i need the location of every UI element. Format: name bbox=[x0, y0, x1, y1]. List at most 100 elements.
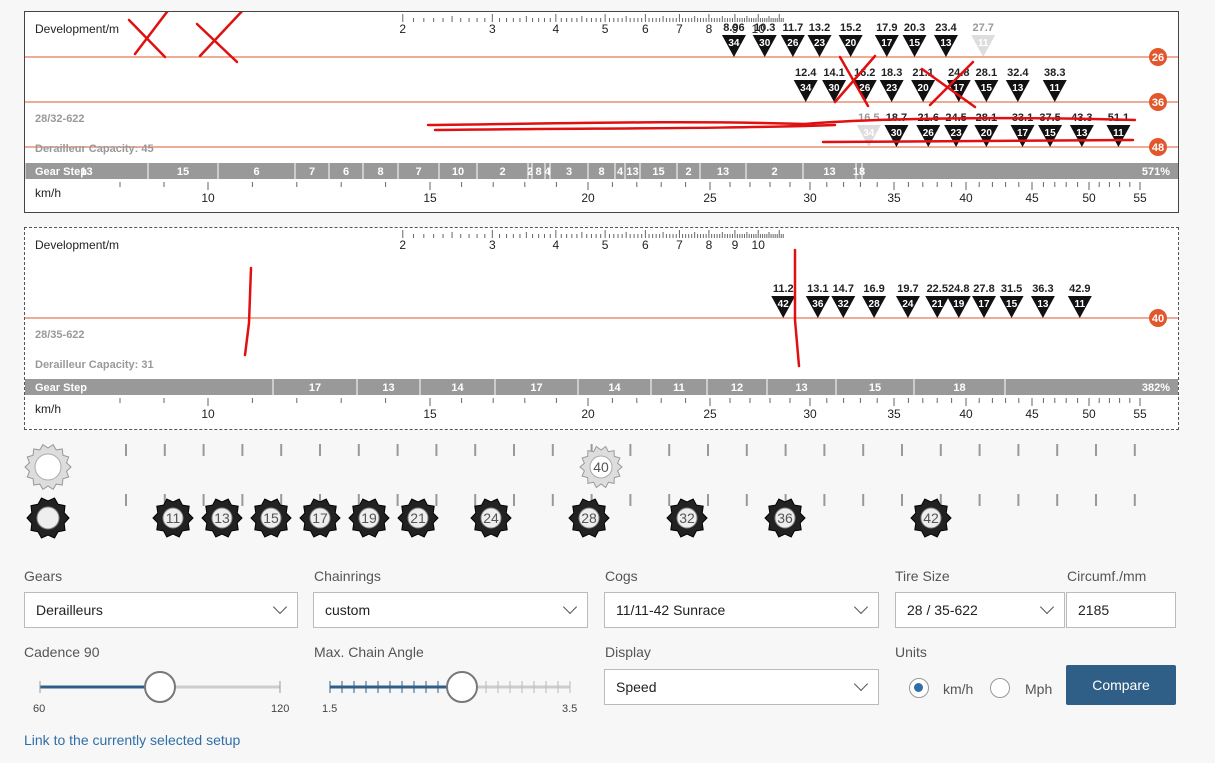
gear-step-value: 13 bbox=[823, 166, 835, 178]
unit-kmh-label: km/h bbox=[943, 681, 974, 697]
gear-step-value: 4 bbox=[617, 166, 624, 178]
speed-tick-label: 35 bbox=[887, 191, 901, 205]
gear-development-label: 27.8 bbox=[973, 283, 994, 295]
unit-mph-radio[interactable] bbox=[990, 678, 1010, 698]
gear-cog-label: 15 bbox=[909, 38, 921, 49]
cog-gear: 42 bbox=[910, 498, 952, 538]
gear-cog-label: 15 bbox=[1006, 299, 1018, 310]
gear-step-value: 13 bbox=[717, 166, 729, 178]
gear-size-label: 28 bbox=[581, 510, 597, 526]
circumference-input[interactable]: 2185 bbox=[1066, 592, 1176, 628]
gear-size-label: 11 bbox=[166, 510, 181, 526]
gear-cog-label: 11 bbox=[1049, 83, 1060, 94]
cog-gear: 13 bbox=[201, 498, 243, 538]
development-tick-label: 5 bbox=[602, 238, 609, 252]
drivetrain-visual: 40 11 13 15 17 19 21 24 28 32 36 42 bbox=[24, 443, 1136, 539]
chainrings-select[interactable]: custom bbox=[313, 592, 588, 628]
gear-development-label: 36.3 bbox=[1032, 283, 1053, 295]
speed-tick-label: 25 bbox=[703, 191, 717, 205]
gear-development-label: 23.4 bbox=[935, 22, 957, 34]
chainring-badge-label: 40 bbox=[1152, 313, 1164, 325]
gear-hub bbox=[36, 506, 60, 530]
gears-select[interactable]: Derailleurs bbox=[24, 592, 298, 628]
gear-development-label: 16.5 bbox=[858, 112, 879, 124]
gear-size-label: 24 bbox=[483, 510, 499, 526]
unit-kmh-radio[interactable] bbox=[909, 678, 929, 698]
gears-label: Gears bbox=[24, 568, 63, 584]
gear-cog-label: 20 bbox=[918, 83, 930, 94]
speed-tick-label: 40 bbox=[959, 191, 973, 205]
gear-cog-label: 17 bbox=[881, 38, 893, 49]
speed-tick-label: 10 bbox=[201, 407, 215, 421]
gear-cog-label: 20 bbox=[981, 128, 993, 139]
hand-drawn-annotation bbox=[793, 248, 801, 368]
gear-development-label: 18.7 bbox=[886, 112, 907, 124]
development-tick-label: 3 bbox=[489, 22, 496, 36]
cadence-slider[interactable] bbox=[30, 670, 300, 704]
development-axis-label: Development/m bbox=[35, 22, 119, 36]
gear-chart-2: Development/m 2 3 4 5 6 7 8 9 10 40 11.2 42 13.1 36 14.… bbox=[24, 227, 1179, 430]
gear-development-label: 20.3 bbox=[904, 22, 925, 34]
gear-development-label: 32.4 bbox=[1007, 67, 1029, 79]
gear-development-label: 15.2 bbox=[840, 22, 861, 34]
compare-button[interactable]: Compare bbox=[1066, 665, 1176, 705]
development-tick-label: 3 bbox=[489, 238, 496, 252]
gear-step-value: 7 bbox=[309, 166, 315, 178]
tire-size-select[interactable]: 28 / 35-622 bbox=[895, 592, 1065, 628]
setup-link[interactable]: Link to the currently selected setup bbox=[24, 732, 240, 748]
gear-step-value: 7 bbox=[415, 166, 421, 178]
gear-cog-label: 23 bbox=[814, 38, 826, 49]
cog-gear: 24 bbox=[470, 498, 512, 538]
gear-cog-label: 28 bbox=[869, 299, 881, 310]
development-tick-label: 8 bbox=[706, 238, 713, 252]
gear-step-value: 17 bbox=[309, 382, 321, 394]
gear-cog-label: 30 bbox=[829, 83, 841, 94]
gear-step-value: 13 bbox=[382, 382, 394, 394]
hand-drawn-annotation bbox=[243, 266, 253, 357]
chainring-gear bbox=[24, 443, 72, 491]
gear-step-total: 382% bbox=[1142, 382, 1170, 394]
speed-tick-label: 30 bbox=[803, 191, 817, 205]
gear-cog-label: 19 bbox=[953, 299, 965, 310]
development-tick-label: 2 bbox=[399, 238, 406, 252]
gear-chart-1: Development/m 2 3 4 5 6 7 8 9 10 26 8.96 34 10.3 30 11.… bbox=[24, 2, 1179, 213]
gear-development-label: 11.2 bbox=[773, 283, 794, 295]
gear-development-label: 27.7 bbox=[972, 22, 993, 34]
gear-cog-label: 17 bbox=[978, 299, 990, 310]
chainring-badge-label: 26 bbox=[1152, 52, 1164, 64]
gear-size-label: 36 bbox=[777, 510, 793, 526]
speed-axis-label: km/h bbox=[35, 186, 61, 200]
chainring-badge-label: 48 bbox=[1152, 142, 1164, 154]
cadence-max: 120 bbox=[271, 703, 290, 715]
cog-gear: 15 bbox=[250, 498, 292, 538]
tire-size-label: Tire Size bbox=[895, 568, 950, 584]
development-tick-label: 6 bbox=[642, 238, 649, 252]
development-tick-label: 5 bbox=[602, 22, 609, 36]
chainrings-value: custom bbox=[325, 602, 371, 618]
cog-gear bbox=[26, 497, 70, 539]
gear-step-value: 18 bbox=[853, 166, 865, 178]
gear-step-value: 12 bbox=[731, 382, 743, 394]
gear-cog-label: 11 bbox=[1075, 299, 1086, 310]
gear-step-value: 2 bbox=[499, 166, 505, 178]
chevron-down-icon bbox=[272, 599, 288, 615]
gear-cog-label: 15 bbox=[981, 83, 993, 94]
speed-tick-label: 25 bbox=[703, 407, 717, 421]
speed-tick-label: 40 bbox=[959, 407, 973, 421]
chain-angle-slider[interactable] bbox=[320, 670, 590, 704]
chevron-down-icon bbox=[1039, 599, 1055, 615]
gear-step-value: 15 bbox=[869, 382, 881, 394]
gear-cog-label: 11 bbox=[978, 38, 989, 49]
gear-step-total: 571% bbox=[1142, 166, 1170, 178]
unit-mph-label: Mph bbox=[1025, 681, 1053, 697]
cadence-slider-handle[interactable] bbox=[144, 671, 176, 703]
gear-cog-label: 34 bbox=[800, 83, 812, 94]
chain-angle-slider-handle[interactable] bbox=[446, 671, 478, 703]
gear-step-value: 4 bbox=[544, 166, 551, 178]
cadence-min: 60 bbox=[33, 703, 46, 715]
gear-size-label: 15 bbox=[263, 510, 279, 526]
gear-step-value: 17 bbox=[530, 382, 542, 394]
display-select[interactable]: Speed bbox=[604, 669, 879, 705]
chainring-badge-label: 36 bbox=[1152, 97, 1164, 109]
cogs-select[interactable]: 11/11-42 Sunrace bbox=[604, 592, 879, 628]
